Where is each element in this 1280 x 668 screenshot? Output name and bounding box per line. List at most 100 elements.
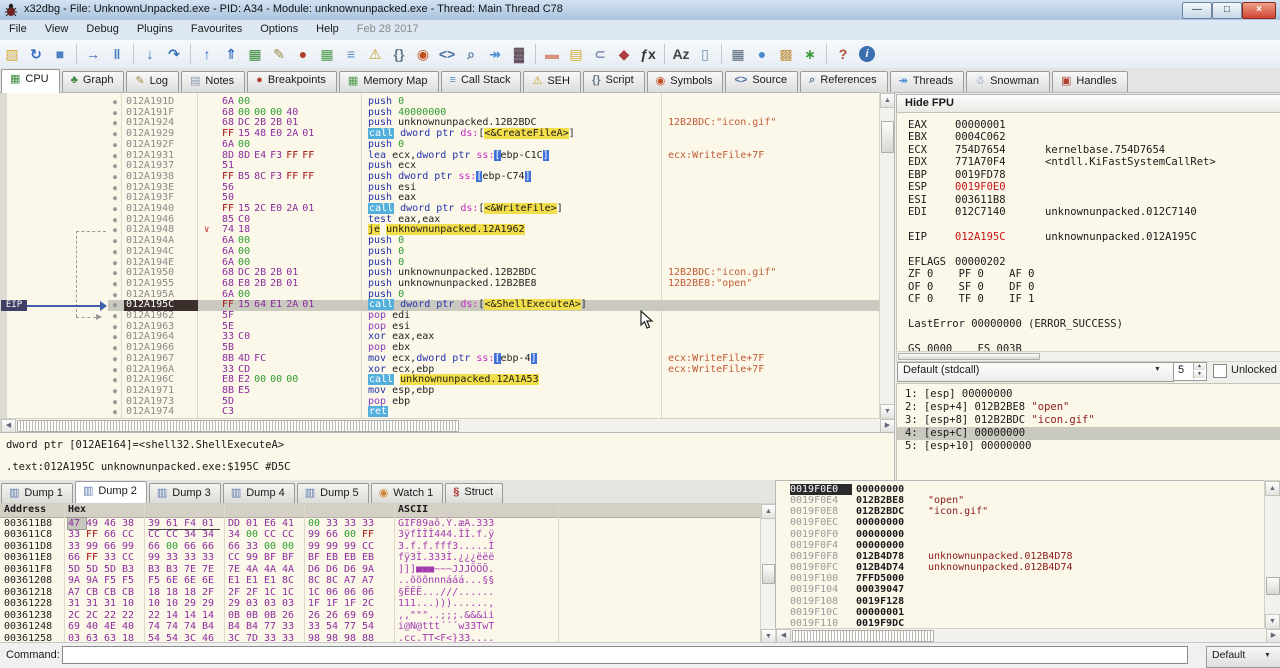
bug-report-icon[interactable]: ∗: [798, 43, 822, 65]
scroll-right-button[interactable]: ▶: [880, 419, 895, 433]
hex-byte[interactable]: 5D: [104, 564, 122, 575]
hex-byte[interactable]: 00: [166, 541, 184, 552]
disasm-row[interactable]: ●012A1974C3ret: [0, 407, 879, 418]
register-line[interactable]: [897, 219, 1277, 231]
hex-byte[interactable]: 99: [308, 529, 326, 540]
breakpoint-dot-icon[interactable]: ●: [109, 108, 121, 119]
hex-byte[interactable]: 7E: [202, 564, 220, 575]
hex-byte[interactable]: BF: [264, 552, 282, 563]
breakpoint-dot-icon[interactable]: ●: [109, 247, 121, 258]
registers-panel[interactable]: EAX00000001EBX0004C062ECX754D7654kernelb…: [896, 112, 1280, 352]
hex-byte[interactable]: 26: [308, 610, 326, 621]
call-stack-icon[interactable]: ≡: [339, 43, 363, 65]
hex-dump-panel[interactable]: Address Hex ASCII 003611B8474946383961F4…: [0, 503, 760, 644]
step-over-icon[interactable]: ↷: [162, 43, 186, 65]
disasm-row[interactable]: ●012A1938FFB58CF3FFFFpush dword ptr ss:[…: [0, 172, 879, 183]
arguments-panel[interactable]: 1: [esp] 000000002: [esp+4] 012B2BE8 "op…: [896, 383, 1280, 482]
scroll-left-button[interactable]: ◀: [776, 629, 791, 643]
hex-byte[interactable]: 33: [362, 518, 380, 529]
hex-byte[interactable]: CC: [282, 529, 300, 540]
threads-icon[interactable]: ↠: [483, 43, 507, 65]
dump-row[interactable]: 00361218A7CBCBCB1818182F2F2F1C1C1C060606…: [0, 587, 760, 598]
breakpoint-dot-icon[interactable]: ●: [109, 311, 121, 322]
hex-byte[interactable]: B3: [148, 564, 166, 575]
menu-item-view[interactable]: View: [36, 20, 78, 35]
hex-byte[interactable]: 18: [184, 587, 202, 598]
hex-byte[interactable]: 31: [104, 598, 122, 609]
hex-byte[interactable]: 66: [202, 541, 220, 552]
cpu-icon[interactable]: ▦: [243, 43, 267, 65]
hex-byte[interactable]: BF: [308, 552, 326, 563]
hex-byte[interactable]: 06: [326, 587, 344, 598]
hex-byte[interactable]: 66: [326, 529, 344, 540]
hex-byte[interactable]: 40: [86, 621, 104, 632]
hex-byte[interactable]: 33: [282, 621, 300, 632]
hex-byte[interactable]: 33: [326, 518, 344, 529]
breakpoint-dot-icon[interactable]: ●: [109, 204, 121, 215]
hex-byte[interactable]: 77: [264, 621, 282, 632]
scroll-thumb[interactable]: [792, 630, 934, 642]
hex-byte[interactable]: F5: [148, 575, 166, 586]
hex-byte[interactable]: 66: [148, 541, 166, 552]
tab-dump-1[interactable]: ▥Dump 1: [1, 483, 73, 504]
argument-row[interactable]: 3: [esp+8] 012B2BDC "icon.gif": [897, 414, 1280, 427]
hex-byte[interactable]: 49: [86, 518, 104, 529]
hex-byte[interactable]: 34: [202, 529, 220, 540]
hex-byte[interactable]: 10: [148, 598, 166, 609]
hex-byte[interactable]: 31: [68, 598, 86, 609]
hex-byte[interactable]: 03: [282, 598, 300, 609]
hex-byte[interactable]: B3: [122, 564, 140, 575]
tab-snowman[interactable]: ☃Snowman: [966, 71, 1050, 93]
hex-byte[interactable]: 00: [282, 541, 300, 552]
hex-byte[interactable]: 74: [166, 621, 184, 632]
preferences-az-icon[interactable]: Az: [669, 43, 693, 65]
breakpoint-dot-icon[interactable]: ●: [109, 407, 121, 418]
hex-byte[interactable]: 66: [228, 541, 246, 552]
hex-byte[interactable]: 18: [148, 587, 166, 598]
breakpoint-dot-icon[interactable]: ●: [109, 268, 121, 279]
calling-convention-dropdown[interactable]: Default (stdcall) ▼: [897, 362, 1174, 382]
stack-row[interactable]: 0019F0F000000000: [776, 529, 1265, 540]
dump-row[interactable]: 003611F85D5D5DB3B3B37E7E7E4A4A4AD6D6D69A…: [0, 564, 760, 575]
hex-byte[interactable]: FF: [362, 529, 380, 540]
hex-byte[interactable]: 34: [184, 529, 202, 540]
about-icon[interactable]: i: [859, 46, 875, 62]
hex-byte[interactable]: 69: [68, 621, 86, 632]
manual-icon[interactable]: ?: [831, 43, 855, 65]
hex-byte[interactable]: 99: [86, 541, 104, 552]
hex-byte[interactable]: 33: [308, 621, 326, 632]
breakpoint-dot-icon[interactable]: ●: [109, 290, 121, 301]
scroll-up-button[interactable]: ▲: [880, 93, 895, 108]
hex-byte[interactable]: 7E: [184, 564, 202, 575]
dump-row[interactable]: 003611C833FF66CCCCCC34343400CCCC996600FF…: [0, 529, 760, 540]
register-line[interactable]: EIP012A195Cunknownunpacked.012A195C: [897, 231, 1277, 243]
hex-byte[interactable]: F5: [122, 575, 140, 586]
register-line[interactable]: [897, 306, 1277, 318]
breakpoint-dot-icon[interactable]: ●: [109, 140, 121, 151]
register-line[interactable]: ZF 0 PF 0 AF 0: [897, 268, 1277, 280]
register-line[interactable]: EFLAGS00000202: [897, 256, 1277, 268]
hex-byte[interactable]: 38: [122, 518, 140, 529]
hex-byte[interactable]: 6E: [202, 575, 220, 586]
register-line[interactable]: ECX754D7654kernelbase.754D7654: [897, 144, 1277, 156]
register-line[interactable]: OF 0 SF 0 DF 0: [897, 281, 1277, 293]
hex-byte[interactable]: 40: [122, 621, 140, 632]
hex-byte[interactable]: 33: [68, 529, 86, 540]
tab-seh[interactable]: ⚠SEH: [523, 71, 581, 93]
hex-byte[interactable]: EB: [362, 552, 380, 563]
hex-byte[interactable]: B4: [228, 621, 246, 632]
breakpoint-dot-icon[interactable]: ●: [109, 215, 121, 226]
stack-row[interactable]: 0019F0E4012B2BE8"open": [776, 495, 1265, 506]
patches-icon[interactable]: ▬: [540, 43, 564, 65]
breakpoint-dot-icon[interactable]: ●: [109, 225, 121, 236]
breakpoint-dot-icon[interactable]: ●: [109, 343, 121, 354]
stack-row[interactable]: 0019F0EC00000000: [776, 517, 1265, 528]
hex-byte[interactable]: 2F: [202, 587, 220, 598]
hex-byte[interactable]: 33: [246, 541, 264, 552]
hex-byte[interactable]: B4: [202, 621, 220, 632]
hex-byte[interactable]: 31: [86, 598, 104, 609]
register-line[interactable]: EBP0019FD78: [897, 169, 1277, 181]
hex-byte[interactable]: 66: [68, 552, 86, 563]
hex-byte[interactable]: 0B: [246, 610, 264, 621]
hex-byte[interactable]: CC: [228, 552, 246, 563]
